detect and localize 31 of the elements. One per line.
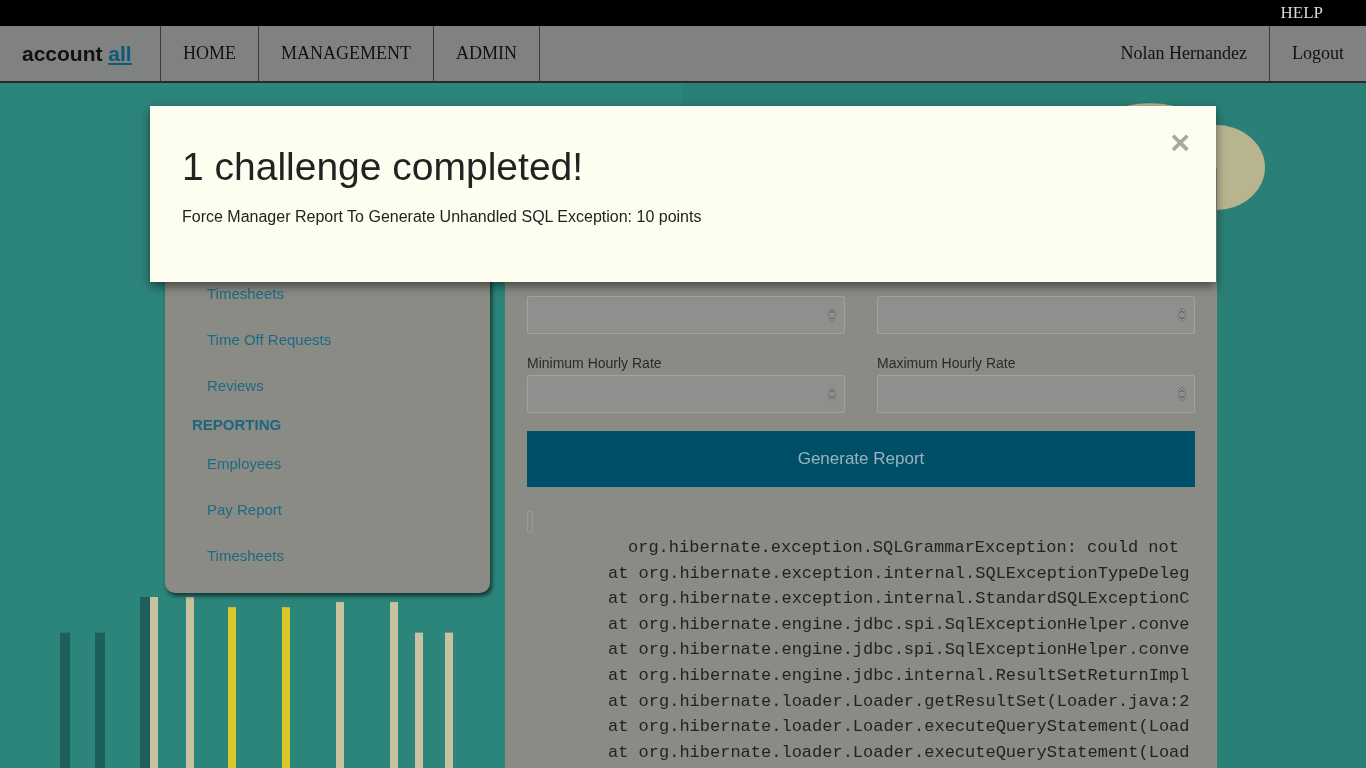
logout-link[interactable]: Logout	[1269, 26, 1366, 81]
close-button[interactable]: ×	[1170, 124, 1190, 160]
stack-trace-line: at org.hibernate.exception.internal.SQLExceptionTypeDeleg	[608, 562, 1191, 585]
stack-trace-line: org.hibernate.exception.SQLGrammarException: could not	[627, 537, 1180, 559]
stack-trace-line: at org.hibernate.loader.Loader.getResultSet(Loader.java:2	[608, 690, 1191, 713]
user-name: Nolan Hernandez	[1120, 42, 1248, 66]
stack-trace-line: at org.hibernate.engine.jdbc.spi.SqlExceptionHelper.conve	[608, 613, 1191, 636]
number-field[interactable]	[527, 375, 845, 413]
logo[interactable]: account all	[0, 26, 160, 81]
spinner-icon[interactable]	[828, 308, 836, 322]
spinner-icon[interactable]	[1178, 387, 1186, 401]
stack-trace-line: at org.hibernate.loader.Loader.executeQueryStatement(Load	[608, 741, 1191, 764]
nav-tab[interactable]: MANAGEMENT	[258, 26, 433, 81]
number-field[interactable]	[877, 296, 1195, 334]
spinner-icon[interactable]	[1178, 308, 1186, 322]
modal-title: 1 challenge completed!	[182, 144, 585, 190]
nav-tab[interactable]: ADMIN	[433, 26, 539, 81]
sidebar-heading: REPORTING	[191, 414, 283, 435]
help-link[interactable]: HELP	[1280, 0, 1323, 26]
number-field[interactable]	[877, 375, 1195, 413]
stack-trace-line: at org.hibernate.engine.jdbc.internal.ResultSetReturnImpl	[608, 664, 1191, 687]
modal-message: Force Manager Report To Generate Unhandled SQL Exception: 10 points	[182, 207, 703, 227]
stack-trace-line: at org.hibernate.engine.jdbc.spi.SqlExceptionHelper.conve	[608, 639, 1191, 662]
stack-trace-line: at org.hibernate.exception.internal.StandardSQLExceptionC	[608, 588, 1191, 611]
field-label: Maximum Hourly Rate	[877, 354, 1017, 372]
stack-trace-line: at org.hibernate.loader.Loader.executeQueryStatement(Load	[608, 716, 1191, 739]
field-label: Minimum Hourly Rate	[527, 354, 663, 372]
generate-report-button[interactable]: Generate Report	[527, 431, 1195, 487]
nav-tab[interactable]: HOME	[160, 26, 258, 81]
number-field[interactable]	[527, 296, 845, 334]
spinner-icon[interactable]	[828, 387, 836, 401]
